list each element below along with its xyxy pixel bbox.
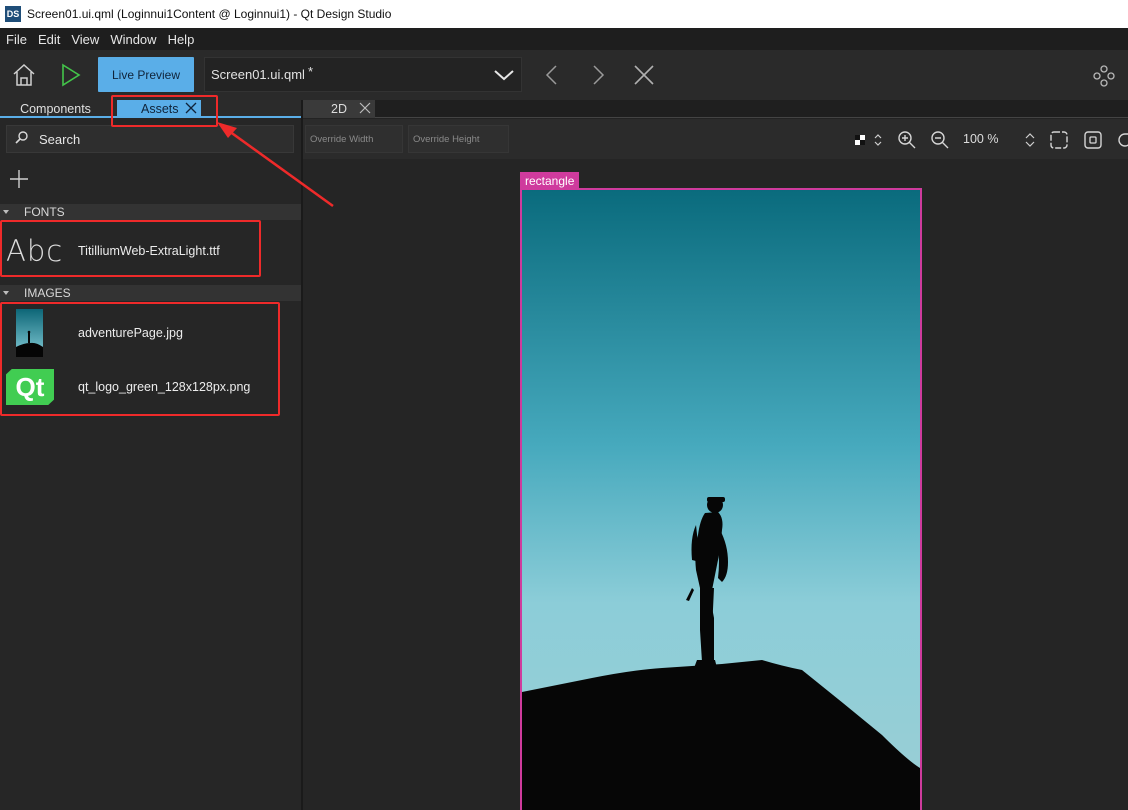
menu-bar: File Edit View Window Help xyxy=(0,28,1128,50)
search-box[interactable] xyxy=(6,125,294,153)
close-tab-icon[interactable] xyxy=(185,102,197,117)
override-width-field[interactable]: Override Width xyxy=(305,125,403,153)
window-title: Screen01.ui.qml (Loginnui1Content @ Logi… xyxy=(27,7,392,21)
workspace-icon[interactable] xyxy=(1092,64,1116,88)
app-icon: DS xyxy=(5,6,21,22)
image-thumbnail xyxy=(16,309,43,357)
menu-window[interactable]: Window xyxy=(104,32,161,47)
fit-to-view-icon[interactable] xyxy=(1049,130,1069,150)
live-preview-button[interactable]: Live Preview xyxy=(98,57,194,92)
run-play-icon[interactable] xyxy=(56,62,84,88)
asset-name: adventurePage.jpg xyxy=(78,326,183,340)
main-toolbar: Live Preview Screen01.ui.qml * xyxy=(0,50,1128,100)
left-panel: Components Assets FONTS xyxy=(0,100,301,810)
editor-area: 2D Override Width Override Height 100 % … xyxy=(303,100,1128,810)
collapse-arrow-icon xyxy=(3,291,9,295)
fit-selection-icon[interactable] xyxy=(1083,130,1103,150)
asset-name: qt_logo_green_128x128px.png xyxy=(78,380,251,394)
asset-font-item[interactable]: Abc TitilliumWeb-ExtraLight.ttf xyxy=(0,226,301,276)
modified-marker: * xyxy=(307,64,314,79)
override-height-field[interactable]: Override Height xyxy=(408,125,509,153)
section-fonts-header[interactable]: FONTS xyxy=(0,204,301,220)
zoom-spin-icon[interactable] xyxy=(1023,130,1043,150)
menu-edit[interactable]: Edit xyxy=(32,32,65,47)
asset-image-item[interactable]: adventurePage.jpg xyxy=(0,308,301,358)
zoom-in-icon[interactable] xyxy=(897,130,917,150)
chevron-down-icon xyxy=(493,67,515,88)
background-color-icon[interactable] xyxy=(854,131,882,151)
close-tab-icon[interactable] xyxy=(359,102,371,117)
editor-toolbar: Override Width Override Height 100 % xyxy=(303,119,1128,159)
asset-name: TitilliumWeb-ExtraLight.ttf xyxy=(78,244,220,258)
current-file-name: Screen01.ui.qml xyxy=(211,67,305,82)
section-label: IMAGES xyxy=(24,286,71,300)
section-images-header[interactable]: IMAGES xyxy=(0,285,301,301)
editor-tabs: 2D xyxy=(303,100,1128,118)
zoom-level-value[interactable]: 100 % xyxy=(963,132,998,146)
close-document-icon[interactable] xyxy=(633,64,655,86)
adventure-background-image xyxy=(522,190,920,810)
selected-item-label: rectangle xyxy=(520,172,580,189)
asset-image-item[interactable]: Qt qt_logo_green_128x128px.png xyxy=(0,362,301,412)
font-preview-thumbnail: Abc xyxy=(6,234,64,268)
title-bar: DS Screen01.ui.qml (Loginnui1Content @ L… xyxy=(0,0,1128,28)
search-input[interactable] xyxy=(39,131,279,147)
search-icon xyxy=(15,130,29,149)
forward-arrow-icon[interactable] xyxy=(587,64,609,86)
back-arrow-icon[interactable] xyxy=(541,64,563,86)
menu-help[interactable]: Help xyxy=(162,32,200,47)
qt-logo-thumbnail: Qt xyxy=(6,369,54,405)
menu-view[interactable]: View xyxy=(65,32,104,47)
home-icon[interactable] xyxy=(10,62,38,88)
rectangle-item[interactable] xyxy=(520,188,922,810)
menu-file[interactable]: File xyxy=(0,32,32,47)
section-label: FONTS xyxy=(24,205,65,219)
tab-assets-label: Assets xyxy=(141,101,179,116)
zoom-out-icon[interactable] xyxy=(930,130,950,150)
search-row xyxy=(0,120,301,158)
panel-tabs: Components Assets xyxy=(0,100,301,118)
current-file-dropdown[interactable]: Screen01.ui.qml * xyxy=(204,57,522,92)
qt-design-studio-window: DS Screen01.ui.qml (Loginnui1Content @ L… xyxy=(0,0,1128,810)
tab-assets[interactable]: Assets xyxy=(117,100,201,117)
tab-2d[interactable]: 2D xyxy=(303,100,375,118)
reset-view-icon[interactable] xyxy=(1115,130,1128,150)
collapse-arrow-icon xyxy=(3,210,9,214)
design-canvas[interactable]: rectangle xyxy=(303,159,1128,810)
tab-2d-label: 2D xyxy=(331,102,347,116)
add-asset-button[interactable] xyxy=(8,168,30,190)
tab-components[interactable]: Components xyxy=(0,100,111,117)
